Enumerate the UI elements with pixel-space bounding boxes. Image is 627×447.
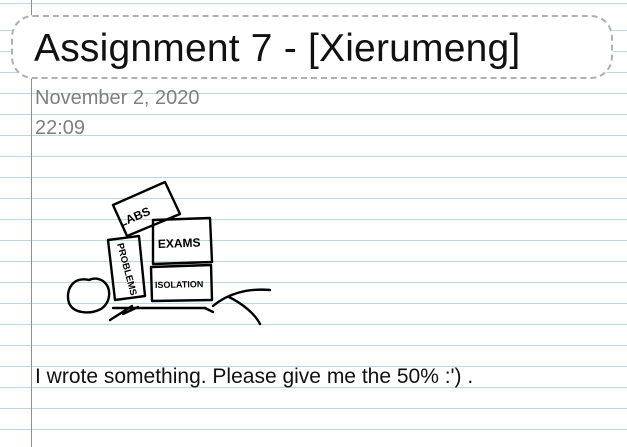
- label-exams: EXAMS: [158, 236, 201, 251]
- hill-shape: [227, 295, 262, 326]
- ball-shape: [66, 277, 111, 314]
- page-time: 22:09: [35, 117, 86, 139]
- ink-drawing[interactable]: LABS EXAMS PROBLEMS ISOLATION: [55, 170, 285, 330]
- page-date: November 2, 2020: [35, 87, 200, 109]
- label-labs: LABS: [117, 204, 153, 230]
- label-problems: PROBLEMS: [114, 242, 139, 297]
- ground-line: [203, 306, 215, 314]
- page-title[interactable]: Assignment 7 - [Xierumeng]: [34, 25, 520, 73]
- note-body-text[interactable]: I wrote something. Please give me the 50…: [35, 364, 473, 390]
- label-isolation: ISOLATION: [155, 279, 204, 290]
